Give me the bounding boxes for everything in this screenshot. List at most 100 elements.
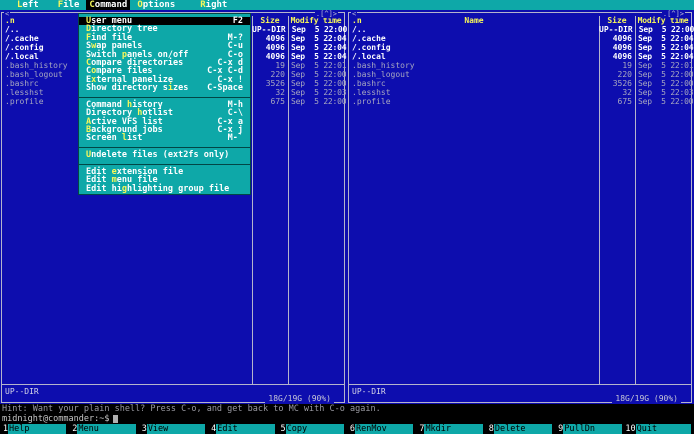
menu-item-show-directory-sizes[interactable]: Show directory s i zes C-Space — [79, 83, 250, 94]
label-text: Edit hi — [86, 183, 122, 194]
command-line[interactable]: midnight@commander:~$ — [0, 414, 694, 424]
menu-bar: Left File Command Options Right — [0, 0, 694, 10]
fkey-label: Edit — [216, 424, 275, 434]
panel-history-back-button[interactable]: < — [351, 10, 358, 18]
fkey-view-button[interactable]: 3 View — [139, 424, 208, 434]
fkey-number: 6 — [349, 424, 356, 434]
label-text: ndelete files (ext2fs only) — [91, 150, 230, 161]
file-size: 4096 — [265, 43, 285, 52]
fkey-copy-button[interactable]: 5 Copy — [278, 424, 347, 434]
fkey-menu-button[interactable]: 2 Menu — [69, 424, 138, 434]
file-name: .profile — [352, 97, 391, 106]
file-mtime: Sep 5 22:00 — [291, 25, 348, 34]
fkey-edit-button[interactable]: 4 Edit — [208, 424, 277, 434]
menubar-item-command[interactable]: Command — [86, 0, 131, 10]
label-text: eft — [22, 0, 39, 10]
file-size: 3526 — [265, 79, 285, 88]
file-name: /.cache — [352, 34, 386, 43]
fkey-label: Delete — [493, 424, 553, 434]
column-header-size[interactable]: Size — [252, 16, 288, 25]
disk-usage: 18G/19G (90%) — [265, 394, 334, 403]
fkey-label: Help — [8, 424, 67, 434]
menu-shortcut: F2 — [232, 16, 243, 26]
file-row[interactable]: .profile 675 Sep 5 22:00 — [349, 97, 694, 106]
label-text: ist — [126, 133, 143, 144]
ministatus-divider — [2, 384, 344, 385]
menu-separator — [79, 160, 250, 168]
file-mtime: Sep 5 22:00 — [638, 25, 694, 34]
file-row[interactable]: /.. UP--DIR Sep 5 22:00 — [349, 25, 694, 34]
file-row[interactable]: .lesshst 32 Sep 5 22:03 — [349, 88, 694, 97]
fkey-label: Mkdir — [424, 424, 483, 434]
file-size: 675 — [617, 97, 632, 106]
file-name: /.. — [352, 25, 367, 34]
function-key-bar: 1 Help 2 Menu 3 View 4 Edit 5 Copy 6 RenMov 7 Mkdir 8 D… — [0, 424, 694, 434]
label-text: zes — [173, 83, 189, 94]
panel-up-button[interactable]: .[^]> — [661, 10, 685, 18]
fkey-number: 10 — [625, 424, 636, 434]
mini-status: UP--DIR — [352, 387, 386, 396]
column-header-name[interactable]: Name — [349, 16, 599, 25]
menubar-item-file[interactable]: File — [55, 0, 83, 10]
fkey-pulldn-button[interactable]: 9 PullDn — [555, 424, 624, 434]
file-row[interactable]: .bash_history 19 Sep 5 22:01 — [349, 61, 694, 70]
panel-history-back-button[interactable]: < — [4, 10, 11, 18]
menu-item-edit-highlighting-group-file[interactable]: Edit hi g hlighting group file — [79, 183, 250, 194]
file-row[interactable]: /.local 4096 Sep 5 22:04 — [349, 52, 694, 61]
file-mtime: Sep 5 22:03 — [291, 88, 347, 97]
column-header-size[interactable]: Size — [599, 16, 635, 25]
fkey-label: RenMov — [355, 424, 414, 434]
file-row[interactable]: .bash_logout 220 Sep 5 22:00 — [349, 70, 694, 79]
file-size: 220 — [617, 70, 632, 79]
menu-shortcut: M-` — [227, 133, 243, 144]
file-mtime: Sep 5 22:03 — [638, 88, 694, 97]
menubar-item-left[interactable]: Left — [14, 0, 42, 10]
file-row[interactable]: .bashrc 3526 Sep 5 22:00 — [349, 79, 694, 88]
file-row[interactable]: /.config 4096 Sep 5 22:04 — [349, 43, 694, 52]
fkey-number: 8 — [488, 424, 494, 434]
hint-line: Hint: Want your plain shell? Press C-o, … — [2, 404, 381, 414]
menu-item-screen-list[interactable]: Screen l ist M-` — [79, 133, 250, 144]
fkey-label: Quit — [635, 424, 692, 434]
fkey-renmov-button[interactable]: 6 RenMov — [347, 424, 416, 434]
file-name: .bash_history — [352, 61, 415, 70]
file-mtime: Sep 5 22:01 — [638, 61, 694, 70]
file-row[interactable]: /.cache 4096 Sep 5 22:04 — [349, 34, 694, 43]
menubar-item-options[interactable]: Options — [134, 0, 178, 10]
label-text: Show directory s — [86, 83, 168, 94]
menubar-item-right[interactable]: Right — [197, 0, 230, 10]
file-size: 32 — [275, 88, 285, 97]
file-mtime: Sep 5 22:04 — [291, 34, 347, 43]
fkey-number: 3 — [141, 424, 147, 434]
file-size: 4096 — [265, 52, 285, 61]
fkey-label: View — [146, 424, 206, 434]
file-list: /.. UP--DIR Sep 5 22:00 /.cache 4096 Sep 5 22… — [349, 25, 694, 106]
fkey-mkdir-button[interactable]: 7 Mkdir — [416, 424, 485, 434]
mini-status: UP--DIR — [5, 387, 39, 396]
label-text: ile — [63, 0, 80, 10]
file-mtime: Sep 5 22:04 — [291, 52, 347, 61]
label-text: Screen — [86, 133, 122, 144]
file-size: 4096 — [612, 34, 632, 43]
file-name: .bashrc — [352, 79, 386, 88]
file-name: /.local — [352, 52, 386, 61]
menu-separator — [79, 93, 250, 101]
panel-column-headers: .n Name Size Modify time — [349, 16, 691, 25]
fkey-quit-button[interactable]: 10 Quit — [625, 424, 694, 434]
menu-item-undelete-files-ext2fs-only-[interactable]: Undelete files (ext2fs only) — [79, 150, 250, 161]
fkey-delete-button[interactable]: 8 Delete — [486, 424, 555, 434]
file-size: 4096 — [612, 52, 632, 61]
file-mtime: Sep 5 22:00 — [291, 97, 347, 106]
fkey-help-button[interactable]: 1 Help — [0, 424, 69, 434]
file-name: /.config — [352, 43, 391, 52]
panel-up-button[interactable]: .[^]> — [314, 10, 338, 18]
label-text: ommand — [94, 0, 128, 10]
file-mtime: Sep 5 22:00 — [291, 79, 347, 88]
file-size: 220 — [270, 70, 285, 79]
file-mtime: Sep 5 22:01 — [291, 61, 347, 70]
fkey-number: 4 — [211, 424, 217, 434]
file-mtime: Sep 5 22:04 — [638, 52, 694, 61]
fkey-label: Menu — [77, 424, 136, 434]
file-mtime: Sep 5 22:04 — [638, 43, 694, 52]
fkey-number: 9 — [558, 424, 564, 434]
